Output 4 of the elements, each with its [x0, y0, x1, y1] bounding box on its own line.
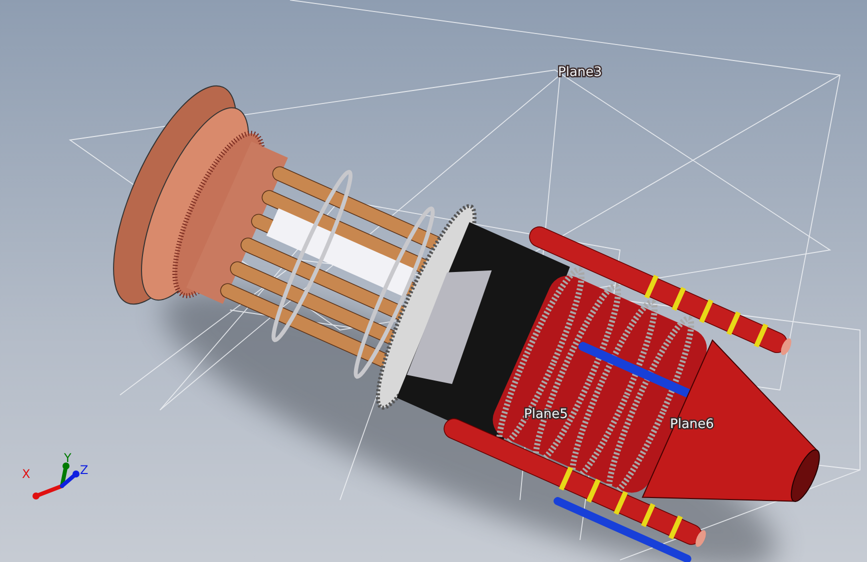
axis-label: Y [64, 451, 72, 465]
axis-label: Z [80, 463, 88, 477]
plane-label: Plane3 [558, 65, 602, 80]
axis-label: X [22, 467, 30, 481]
